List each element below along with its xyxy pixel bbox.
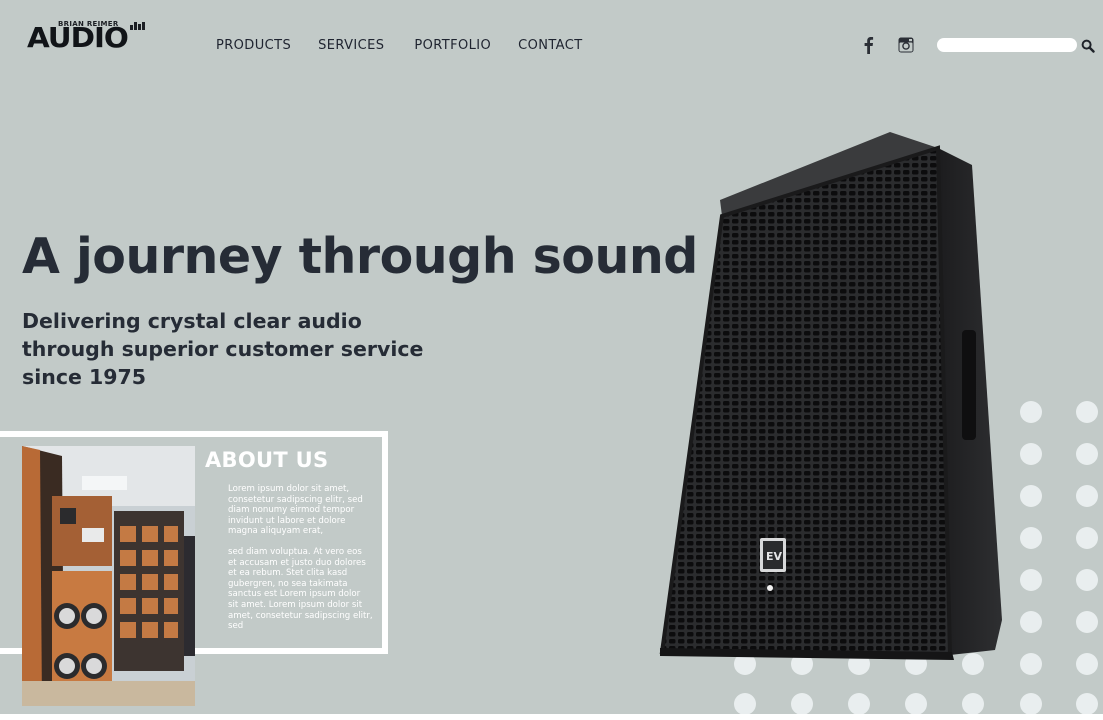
store-photo [22, 446, 195, 706]
nav-products[interactable]: PRODUCTS [216, 38, 291, 53]
hero-subtitle: Delivering crystal clear audio through s… [22, 309, 424, 389]
logo-bars-icon [130, 22, 145, 30]
nav-contact[interactable]: CONTACT [518, 38, 582, 53]
search-input[interactable] [937, 38, 1077, 52]
main-nav: PRODUCTS SERVICES PORTFOLIO CONTACT [216, 38, 610, 53]
store-photo-image [22, 446, 195, 706]
facebook-icon[interactable] [862, 36, 874, 54]
footer-divider [0, 714, 1103, 720]
nav-portfolio[interactable]: PORTFOLIO [414, 38, 491, 53]
about-heading: ABOUT US [205, 448, 329, 472]
svg-text:EV: EV [766, 550, 783, 563]
logo-wordmark: AUDIO [27, 21, 129, 54]
instagram-icon[interactable] [898, 37, 914, 53]
search-icon[interactable] [1081, 39, 1095, 53]
speaker-image: EV [659, 132, 1002, 660]
nav-services[interactable]: SERVICES [318, 38, 384, 53]
about-paragraph: Lorem ipsum dolor sit amet, consetetur s… [228, 484, 363, 537]
about-text: Lorem ipsum dolor sit amet, consetetur s… [228, 484, 373, 642]
logo[interactable]: BRIAN REIMER AUDIO [27, 20, 147, 56]
hero-title: A journey through sound [22, 228, 698, 285]
about-paragraph: sed diam voluptua. At vero eos et accusa… [228, 546, 373, 632]
